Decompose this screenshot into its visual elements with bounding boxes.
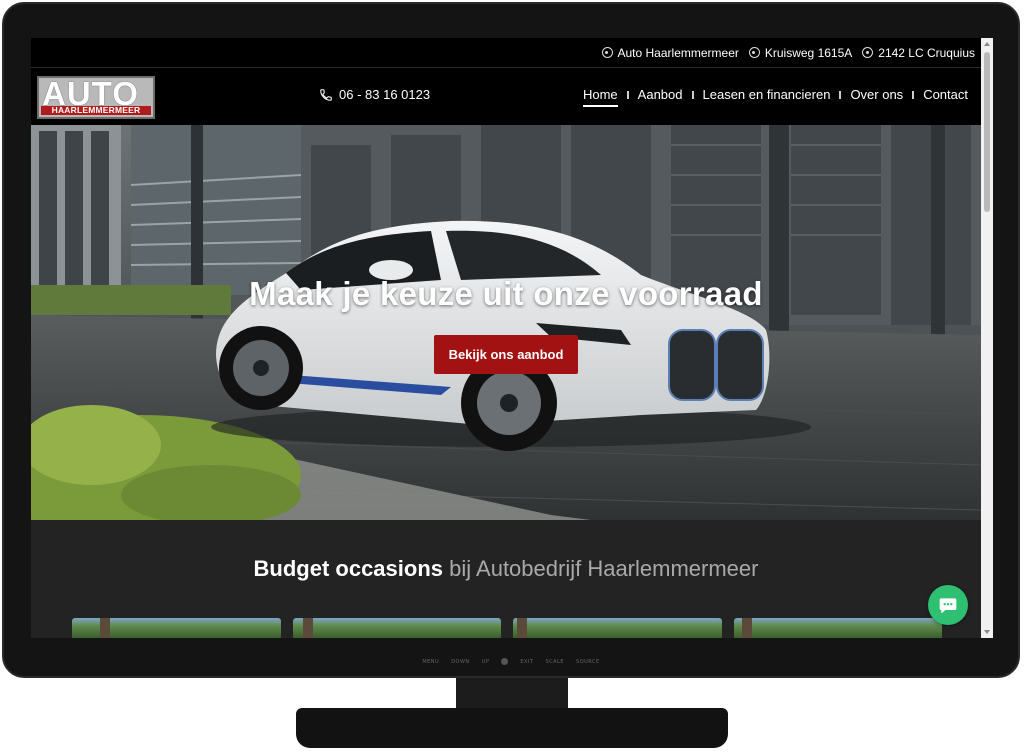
topbar-address[interactable]: Kruisweg 1615A	[748, 45, 853, 60]
car-card-list	[72, 618, 942, 638]
car-card[interactable]	[292, 618, 501, 638]
monitor-stand-base	[296, 708, 728, 748]
monitor-exit-button: EXIT	[520, 658, 534, 665]
monitor-source-button: SOURCE	[576, 658, 600, 665]
hero-car-photo	[31, 125, 981, 520]
monitor-menu-button: MENU	[422, 658, 440, 665]
view-inventory-button[interactable]: Bekijk ons aanbod	[434, 335, 578, 374]
scroll-up-arrow-icon[interactable]	[984, 42, 990, 46]
topbar-postcode[interactable]: 2142 LC Cruquius	[862, 46, 975, 60]
nav-separator	[839, 90, 842, 99]
topbar-company[interactable]: Auto Haarlemmermeer	[601, 45, 739, 60]
browser-viewport: Auto Haarlemmermeer Kruisweg 1615A 2142 …	[31, 38, 993, 638]
location-pin-icon	[748, 47, 760, 58]
nav-separator	[912, 90, 915, 99]
monitor-power-button	[501, 658, 509, 665]
nav-item-aanbod[interactable]: Aanbod	[631, 87, 690, 102]
section-heading-light: bij Autobedrijf Haarlemmermeer	[449, 556, 759, 581]
car-card[interactable]	[72, 618, 281, 638]
scrollbar-thumb[interactable]	[984, 52, 990, 212]
nav-item-home[interactable]: Home	[576, 87, 625, 107]
site-logo[interactable]: AUTO HAARLEMMERMEER	[37, 76, 155, 119]
site-header: AUTO HAARLEMMERMEER 06 - 83 16 0123 Home…	[31, 68, 981, 125]
topbar-postcode-text: 2142 LC Cruquius	[878, 45, 975, 60]
topbar-address-text: Kruisweg 1615A	[764, 45, 853, 60]
page-scrollbar[interactable]	[981, 38, 993, 638]
monitor-scale-button: SCALE	[545, 658, 565, 665]
car-card[interactable]	[733, 618, 942, 638]
monitor-controls: MENU DOWN UP EXIT SCALE SOURCE	[4, 658, 1018, 665]
chat-bubble-icon	[939, 598, 957, 614]
location-pin-icon	[601, 47, 613, 58]
nav-item-contact[interactable]: Contact	[916, 87, 975, 102]
scroll-down-arrow-icon[interactable]	[984, 630, 990, 634]
location-pin-icon	[862, 47, 874, 58]
main-nav: Home Aanbod Leasen en financieren Over o…	[576, 87, 975, 107]
phone-icon	[320, 88, 332, 101]
topbar-company-text: Auto Haarlemmermeer	[617, 45, 739, 60]
hero-title: Maak je keuze uit onze voorraad	[249, 275, 763, 312]
chat-widget-button[interactable]	[928, 585, 968, 625]
hero-banner: Maak je keuze uit onze voorraad Bekijk o…	[31, 125, 981, 520]
nav-item-over-ons[interactable]: Over ons	[843, 87, 910, 102]
phone-link[interactable]: 06 - 83 16 0123	[319, 87, 430, 102]
top-info-bar: Auto Haarlemmermeer Kruisweg 1615A 2142 …	[31, 38, 981, 68]
logo-sub-text: HAARLEMMERMEER	[41, 106, 151, 115]
phone-number: 06 - 83 16 0123	[339, 87, 431, 102]
nav-separator	[691, 90, 694, 99]
nav-item-leasen[interactable]: Leasen en financieren	[696, 87, 838, 102]
nav-separator	[626, 90, 629, 99]
section-heading-strong: Budget occasions	[253, 556, 443, 581]
car-card[interactable]	[513, 618, 722, 638]
section-heading: Budget occasions bij Autobedrijf Haarlem…	[31, 556, 981, 582]
monitor-up-button: UP	[481, 658, 490, 665]
monitor-down-button: DOWN	[451, 658, 470, 665]
